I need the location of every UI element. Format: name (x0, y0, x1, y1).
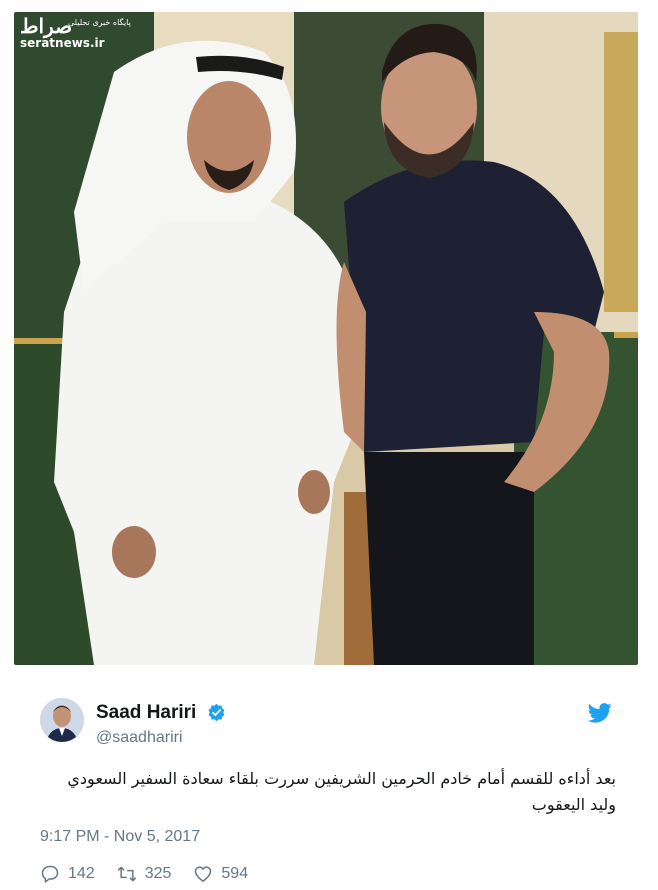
tweet-actions: 142 325 594 (40, 862, 270, 886)
reply-button[interactable]: 142 (40, 864, 95, 884)
author-name[interactable]: Saad Hariri (96, 702, 196, 724)
photo-illustration (14, 12, 638, 665)
tweet-timestamp[interactable]: 9:17 PM - Nov 5, 2017 (40, 828, 200, 846)
tweet-text: بعد أداءه للقسم أمام خادم الحرمين الشريف… (67, 769, 616, 814)
watermark-tagline: پایگاه خبری تحلیلی (68, 18, 131, 27)
reply-icon (41, 865, 59, 883)
reply-count: 142 (68, 865, 95, 882)
author-handle[interactable]: @saadhariri (96, 729, 183, 747)
avatar-image (40, 698, 84, 742)
retweet-count: 325 (144, 865, 172, 882)
like-count: 594 (221, 865, 249, 882)
avatar[interactable] (40, 698, 84, 742)
like-button[interactable]: 594 (193, 864, 248, 884)
tweet-photo[interactable] (14, 12, 638, 665)
watermark-logo: صراط (20, 14, 73, 38)
verified-badge-icon (208, 703, 225, 722)
tweet-card: Saad Hariri @saadhariri بعد أداءه للقسم … (14, 680, 638, 890)
twitter-bird-icon[interactable] (588, 702, 612, 724)
heart-icon (195, 866, 212, 882)
watermark: صراط پایگاه خبری تحلیلی seratnews.ir (18, 12, 168, 52)
retweet-button[interactable]: 325 (117, 864, 172, 884)
watermark-site: seratnews.ir (20, 36, 105, 50)
retweet-icon (117, 866, 136, 882)
